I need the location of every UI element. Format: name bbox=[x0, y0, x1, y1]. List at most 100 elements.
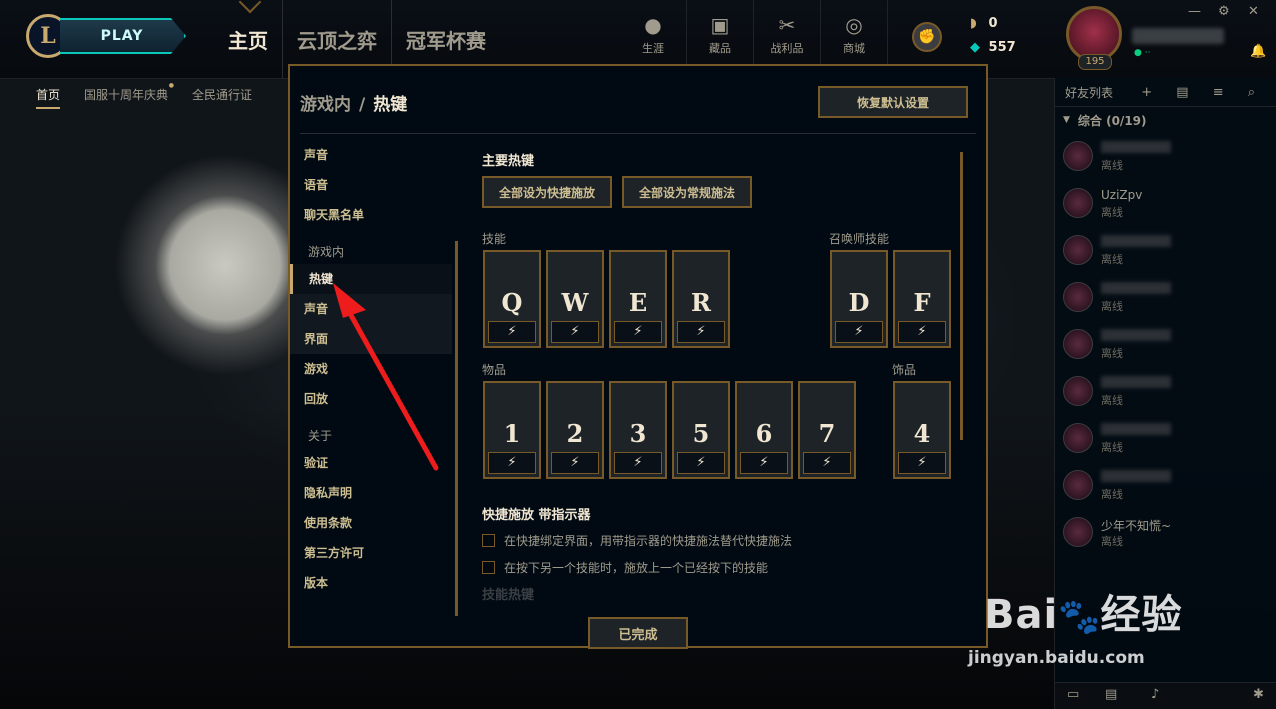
list-item[interactable]: 少年不知慌~ 离线 bbox=[1055, 509, 1276, 556]
quickcast-toggle-icon[interactable]: ⚡ bbox=[551, 321, 599, 343]
friends-header-label: 好友列表 bbox=[1065, 85, 1114, 100]
quickcast-toggle-icon[interactable]: ⚡ bbox=[488, 321, 536, 343]
hotkey-f[interactable]: F ⚡ bbox=[893, 250, 951, 348]
collection-icon: ▣ bbox=[710, 13, 730, 37]
nav-ingame-sound[interactable]: 声音 bbox=[290, 294, 452, 324]
chat-icon[interactable]: ▭ bbox=[1067, 687, 1079, 702]
option-row[interactable]: 在按下另一个技能时，施放上一个已经按下的技能 bbox=[482, 559, 768, 576]
quickcast-toggle-icon[interactable]: ⚡ bbox=[898, 452, 946, 474]
nav-verification[interactable]: 验证 bbox=[290, 448, 452, 478]
mic-icon[interactable]: ♪ bbox=[1151, 687, 1159, 702]
nav-voice[interactable]: 语音 bbox=[290, 170, 452, 200]
watermark-brand: Bai bbox=[984, 592, 1059, 638]
play-button[interactable]: PLAY bbox=[60, 18, 186, 54]
restore-defaults-button[interactable]: 恢复默认设置 bbox=[818, 86, 968, 118]
done-button[interactable]: 已完成 bbox=[588, 617, 688, 649]
quickcast-toggle-icon[interactable]: ⚡ bbox=[740, 452, 788, 474]
content-scrollbar[interactable] bbox=[960, 152, 963, 440]
bug-report-icon[interactable]: ✱ bbox=[1253, 687, 1264, 702]
hotkey-item-7[interactable]: 7 ⚡ bbox=[798, 381, 856, 479]
friend-avatar bbox=[1063, 141, 1093, 171]
nav-chat-blacklist[interactable]: 聊天黑名单 bbox=[290, 200, 452, 230]
set-all-normalcast-button[interactable]: 全部设为常规施法 bbox=[622, 176, 752, 208]
hotkey-item-5[interactable]: 5 ⚡ bbox=[672, 381, 730, 479]
hotkey-trinket-4[interactable]: 4 ⚡ bbox=[893, 381, 951, 479]
nav-terms[interactable]: 使用条款 bbox=[290, 508, 452, 538]
quickcast-toggle-icon[interactable]: ⚡ bbox=[614, 321, 662, 343]
minimize-icon[interactable]: — bbox=[1188, 4, 1201, 19]
list-item[interactable]: 离线 bbox=[1055, 133, 1276, 180]
subnav-home[interactable]: 首页 bbox=[36, 86, 61, 109]
quickcast-toggle-icon[interactable]: ⚡ bbox=[614, 452, 662, 474]
rp-icon: ◗ bbox=[970, 16, 977, 31]
hotkey-q-key: Q bbox=[486, 253, 538, 321]
subnav-pass[interactable]: 全民通行证 bbox=[192, 86, 252, 103]
mission-icon[interactable]: ▤ bbox=[1105, 687, 1117, 702]
quickcast-toggle-icon[interactable]: ⚡ bbox=[835, 321, 883, 343]
hotkey-item-1[interactable]: 1 ⚡ bbox=[483, 381, 541, 479]
quickcast-toggle-icon[interactable]: ⚡ bbox=[898, 321, 946, 343]
hotkey-item-2[interactable]: 2 ⚡ bbox=[546, 381, 604, 479]
title-divider bbox=[300, 133, 976, 134]
friend-status: 离线 bbox=[1101, 441, 1123, 454]
list-item[interactable]: UziZpv 离线 bbox=[1055, 180, 1276, 227]
hotkey-item-3[interactable]: 3 ⚡ bbox=[609, 381, 667, 479]
quickcast-toggle-icon[interactable]: ⚡ bbox=[551, 452, 599, 474]
friend-status: 离线 bbox=[1101, 394, 1123, 407]
hotkey-r[interactable]: R ⚡ bbox=[672, 250, 730, 348]
subnav-anniversary[interactable]: 国服十周年庆典 bbox=[84, 82, 174, 103]
section-title-quickcast-indicator: 快捷施放 带指示器 bbox=[482, 508, 591, 523]
hotkey-q[interactable]: Q ⚡ bbox=[483, 250, 541, 348]
nav-game[interactable]: 游戏 bbox=[290, 354, 452, 384]
nav-client-sound[interactable]: 声音 bbox=[290, 140, 452, 170]
hotkey-e-key: E bbox=[612, 253, 664, 321]
nav-loot[interactable]: ✂ 战利品 bbox=[754, 0, 821, 70]
nav-third-party[interactable]: 第三方许可 bbox=[290, 538, 452, 568]
nav-version[interactable]: 版本 bbox=[290, 568, 452, 598]
nav-profile[interactable]: ● 生涯 bbox=[620, 0, 687, 70]
list-item[interactable]: 离线 bbox=[1055, 415, 1276, 462]
friend-name-blurred bbox=[1101, 141, 1171, 153]
hotkey-w[interactable]: W ⚡ bbox=[546, 250, 604, 348]
home-subnav: 首页 国服十周年庆典 全民通行证 bbox=[36, 82, 276, 109]
tab-home[interactable]: 主页 bbox=[214, 0, 283, 78]
breadcrumb-current: 热键 bbox=[373, 95, 408, 115]
friend-status: 离线 bbox=[1101, 535, 1123, 548]
list-item[interactable]: 离线 bbox=[1055, 321, 1276, 368]
settings-gear-icon[interactable]: ⚙ bbox=[1218, 4, 1230, 19]
list-item[interactable]: 离线 bbox=[1055, 227, 1276, 274]
friends-group-general[interactable]: ▼ 综合 (0/19) bbox=[1055, 107, 1276, 133]
rp-value: 0 bbox=[988, 16, 998, 31]
coin-icon[interactable]: ✊ bbox=[912, 22, 942, 52]
friends-toolbar-icons[interactable]: + ▤ ≡ ⌕ bbox=[1141, 85, 1265, 100]
list-item[interactable]: 离线 bbox=[1055, 462, 1276, 509]
friend-avatar bbox=[1063, 423, 1093, 453]
close-icon[interactable]: ✕ bbox=[1248, 4, 1259, 19]
nav-scrollbar[interactable] bbox=[455, 241, 458, 616]
quickcast-toggle-icon[interactable]: ⚡ bbox=[488, 452, 536, 474]
nav-interface[interactable]: 界面 bbox=[290, 324, 452, 354]
modal-breadcrumb: 游戏内 / 热键 bbox=[300, 90, 407, 115]
nav-store[interactable]: ◎ 商城 bbox=[821, 0, 888, 70]
set-all-quickcast-button[interactable]: 全部设为快捷施放 bbox=[482, 176, 612, 208]
quickcast-toggle-icon[interactable]: ⚡ bbox=[677, 452, 725, 474]
option-row[interactable]: 在快捷绑定界面，用带指示器的快捷施法替代快捷施法 bbox=[482, 532, 792, 549]
hotkey-item-1-key: 1 bbox=[486, 384, 538, 452]
hotkey-d[interactable]: D ⚡ bbox=[830, 250, 888, 348]
nav-replay[interactable]: 回放 bbox=[290, 384, 452, 414]
nav-privacy[interactable]: 隐私声明 bbox=[290, 478, 452, 508]
quickcast-toggle-icon[interactable]: ⚡ bbox=[803, 452, 851, 474]
list-item[interactable]: 离线 bbox=[1055, 274, 1276, 321]
nav-collection[interactable]: ▣ 藏品 bbox=[687, 0, 754, 70]
notification-bell-icon[interactable]: 🔔 bbox=[1250, 44, 1266, 59]
nav-section-ingame: 游戏内 bbox=[308, 245, 345, 259]
nav-hotkeys[interactable]: 热键 bbox=[290, 264, 452, 294]
hotkey-item-6[interactable]: 6 ⚡ bbox=[735, 381, 793, 479]
list-item[interactable]: 离线 bbox=[1055, 368, 1276, 415]
nav-profile-label: 生涯 bbox=[642, 42, 664, 55]
hotkey-item-3-key: 3 bbox=[612, 384, 664, 452]
hotkey-e[interactable]: E ⚡ bbox=[609, 250, 667, 348]
quickcast-toggle-icon[interactable]: ⚡ bbox=[677, 321, 725, 343]
checkbox[interactable] bbox=[482, 561, 495, 574]
checkbox[interactable] bbox=[482, 534, 495, 547]
